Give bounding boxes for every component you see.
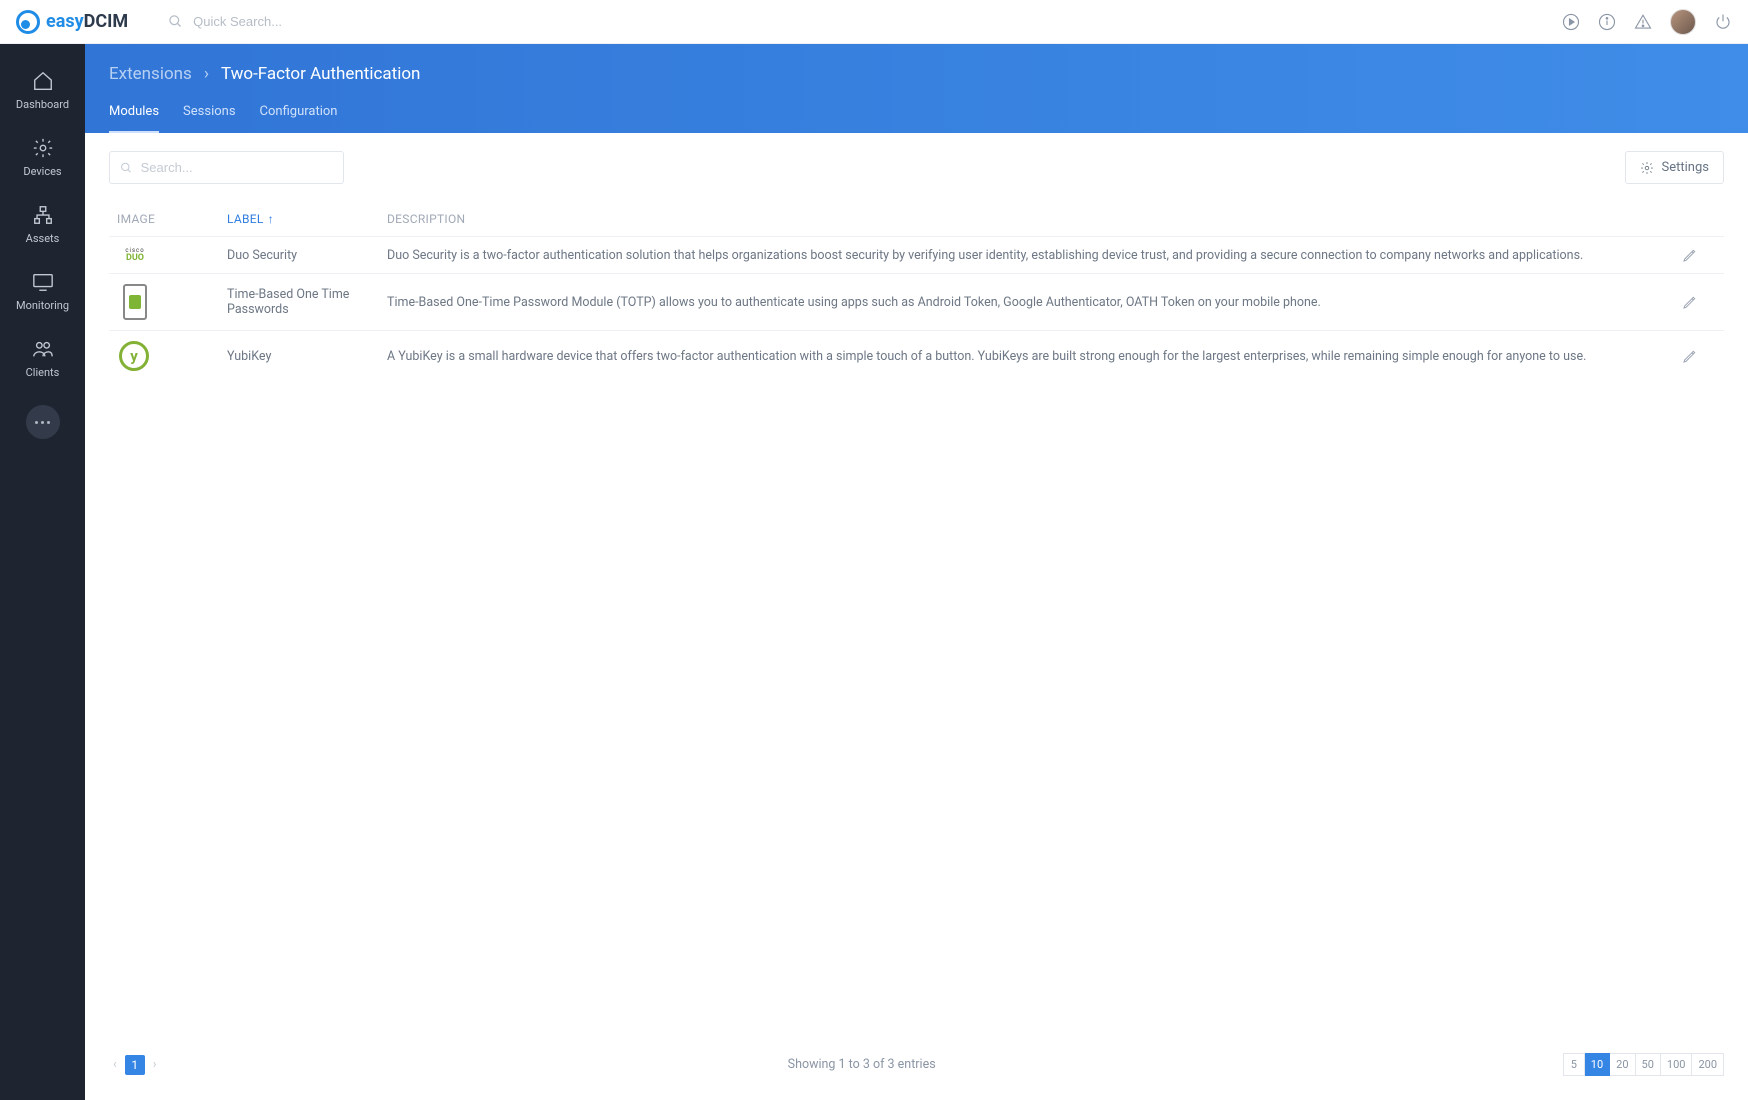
modules-table: IMAGE LABEL↑ DESCRIPTION ciscoDUO Duo Se…: [109, 202, 1724, 381]
pagesize-20[interactable]: 20: [1610, 1053, 1635, 1076]
home-icon: [32, 70, 54, 92]
sort-asc-icon: ↑: [268, 212, 274, 226]
breadcrumb: Extensions › Two-Factor Authentication: [109, 64, 1724, 84]
module-description: Time-Based One-Time Password Module (TOT…: [379, 274, 1674, 331]
network-icon: [32, 204, 54, 226]
tab-configuration[interactable]: Configuration: [260, 104, 338, 133]
logo-icon: [16, 10, 40, 34]
pagesize-50[interactable]: 50: [1636, 1053, 1661, 1076]
settings-label: Settings: [1662, 160, 1709, 175]
sidebar-item-assets[interactable]: Assets: [0, 194, 85, 255]
col-label[interactable]: LABEL↑: [219, 202, 379, 237]
pagesize-100[interactable]: 100: [1661, 1053, 1693, 1076]
breadcrumb-current: Two-Factor Authentication: [221, 64, 420, 84]
yubikey-icon: y: [119, 341, 149, 371]
module-label: Duo Security: [219, 237, 379, 274]
quick-search: [168, 14, 1562, 29]
search-icon: [168, 14, 183, 29]
users-icon: [32, 338, 54, 360]
quick-search-input[interactable]: [193, 14, 393, 29]
sidebar-item-label: Assets: [26, 232, 60, 245]
info-icon[interactable]: [1598, 13, 1616, 31]
sidebar-item-dashboard[interactable]: Dashboard: [0, 60, 85, 121]
edit-icon[interactable]: [1682, 348, 1716, 364]
tab-sessions[interactable]: Sessions: [183, 104, 236, 133]
edit-icon[interactable]: [1682, 294, 1716, 310]
avatar[interactable]: [1670, 9, 1696, 35]
monitor-icon: [32, 271, 54, 293]
play-icon[interactable]: [1562, 13, 1580, 31]
chevron-right-icon: ›: [204, 64, 209, 84]
table-row: ciscoDUO Duo Security Duo Security is a …: [109, 237, 1724, 274]
sidebar-item-label: Monitoring: [16, 299, 69, 312]
pagesize-200[interactable]: 200: [1692, 1053, 1724, 1076]
module-description: A YubiKey is a small hardware device tha…: [379, 331, 1674, 382]
col-description[interactable]: DESCRIPTION: [379, 202, 1674, 237]
gear-icon: [1640, 161, 1654, 175]
page-size-selector: 5 10 20 50 100 200: [1563, 1053, 1724, 1076]
sidebar-item-label: Clients: [26, 366, 60, 379]
pager-current[interactable]: 1: [125, 1055, 145, 1075]
edit-icon[interactable]: [1682, 247, 1716, 263]
sidebar-item-devices[interactable]: Devices: [0, 127, 85, 188]
table-search-input[interactable]: [141, 160, 333, 175]
pagesize-10[interactable]: 10: [1585, 1053, 1610, 1076]
pagesize-5[interactable]: 5: [1563, 1053, 1585, 1076]
brand-logo[interactable]: easyDCIM: [16, 10, 128, 34]
content: Settings IMAGE LABEL↑ DESCRIPTION ciscoD…: [85, 133, 1748, 1100]
power-icon[interactable]: [1714, 13, 1732, 31]
table-footer: ‹ 1 › Showing 1 to 3 of 3 entries 5 10 2…: [85, 1043, 1748, 1100]
pager-next[interactable]: ›: [149, 1053, 161, 1076]
main: Extensions › Two-Factor Authentication M…: [85, 44, 1748, 1100]
duo-icon: ciscoDUO: [117, 247, 153, 263]
topbar: easyDCIM: [0, 0, 1748, 44]
module-image: ciscoDUO: [109, 237, 219, 274]
settings-button[interactable]: Settings: [1625, 151, 1724, 184]
page-header: Extensions › Two-Factor Authentication M…: [85, 44, 1748, 133]
sidebar-item-clients[interactable]: Clients: [0, 328, 85, 389]
sidebar-item-label: Dashboard: [16, 98, 69, 111]
module-label: YubiKey: [219, 331, 379, 382]
module-label: Time-Based One Time Passwords: [219, 274, 379, 331]
tabs: Modules Sessions Configuration: [109, 104, 1724, 133]
table-row: Time-Based One Time Passwords Time-Based…: [109, 274, 1724, 331]
tab-modules[interactable]: Modules: [109, 104, 159, 133]
table-row: y YubiKey A YubiKey is a small hardware …: [109, 331, 1724, 382]
logo-text: easyDCIM: [46, 11, 128, 32]
breadcrumb-parent[interactable]: Extensions: [109, 64, 192, 84]
pager: ‹ 1 ›: [109, 1053, 161, 1076]
sidebar: Dashboard Devices Assets Monitoring Clie…: [0, 44, 85, 1100]
module-description: Duo Security is a two-factor authenticat…: [379, 237, 1674, 274]
entries-text: Showing 1 to 3 of 3 entries: [161, 1057, 1563, 1072]
table-search: [109, 151, 344, 184]
phone-icon: [123, 284, 147, 320]
alert-icon[interactable]: [1634, 13, 1652, 31]
toolbar: Settings: [109, 151, 1724, 184]
module-image: y: [109, 331, 219, 382]
pager-prev[interactable]: ‹: [109, 1053, 121, 1076]
col-image[interactable]: IMAGE: [109, 202, 219, 237]
search-icon: [120, 161, 133, 175]
gear-icon: [32, 137, 54, 159]
sidebar-item-label: Devices: [23, 165, 61, 178]
topbar-icons: [1562, 9, 1732, 35]
module-image: [109, 274, 219, 331]
sidebar-more-button[interactable]: [26, 405, 60, 439]
sidebar-item-monitoring[interactable]: Monitoring: [0, 261, 85, 322]
